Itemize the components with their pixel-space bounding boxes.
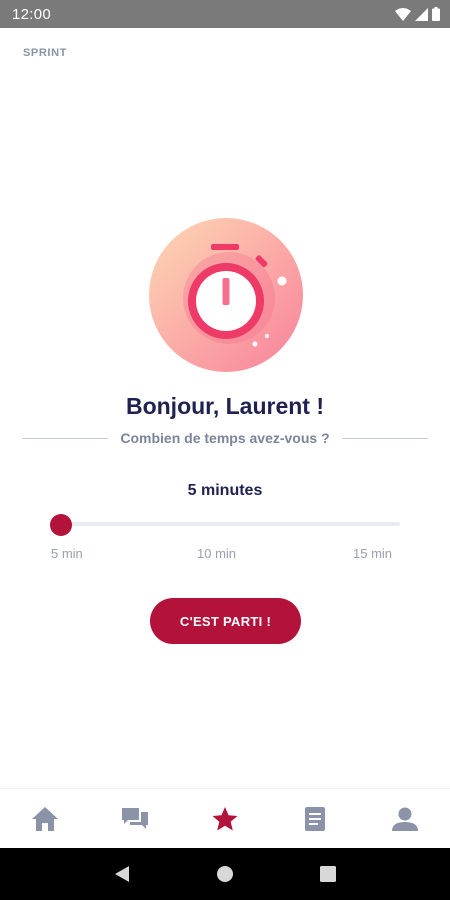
status-bar: 12:00	[0, 0, 450, 28]
app-label: SPRINT	[23, 47, 67, 59]
duration-slider-track[interactable]	[60, 522, 400, 526]
nav-back-button[interactable]	[102, 854, 142, 894]
greeting-title: Bonjour, Laurent !	[125, 393, 325, 419]
home-circle-icon	[216, 866, 233, 882]
profile-icon	[392, 807, 418, 831]
battery-icon	[432, 7, 440, 21]
divider-left	[22, 437, 109, 439]
wifi-icon	[395, 7, 411, 21]
nav-home-button[interactable]	[205, 854, 245, 894]
tab-favorites[interactable]	[180, 789, 270, 849]
chat-icon	[122, 807, 148, 829]
bottom-tab-bar	[0, 788, 450, 848]
tick-label-min: 5 min	[51, 546, 83, 561]
time-question: Combien de temps avez-vous ?	[120, 430, 330, 446]
tab-profile[interactable]	[360, 789, 450, 849]
question-row: Combien de temps avez-vous ?	[22, 428, 428, 448]
recents-square-icon	[320, 866, 337, 882]
home-icon	[32, 806, 58, 831]
stopwatch-illustration	[149, 218, 303, 372]
tick-label-max: 15 min	[353, 546, 393, 561]
back-triangle-icon	[114, 866, 129, 882]
duration-value: 5 minutes	[187, 482, 263, 499]
status-icons	[395, 7, 440, 21]
duration-slider-thumb[interactable]	[50, 514, 72, 536]
tab-chat[interactable]	[90, 789, 180, 849]
tick-label-mid: 10 min	[197, 546, 237, 561]
start-button[interactable]: C'EST PARTI !	[150, 598, 301, 644]
tab-library[interactable]	[270, 789, 360, 849]
status-time: 12:00	[12, 5, 52, 23]
cellular-signal-icon	[415, 7, 428, 21]
book-icon	[305, 806, 325, 831]
divider-right	[341, 437, 428, 439]
star-icon	[212, 806, 238, 830]
nav-recents-button[interactable]	[308, 854, 348, 894]
tab-home[interactable]	[0, 789, 90, 849]
system-nav-bar	[0, 848, 450, 900]
